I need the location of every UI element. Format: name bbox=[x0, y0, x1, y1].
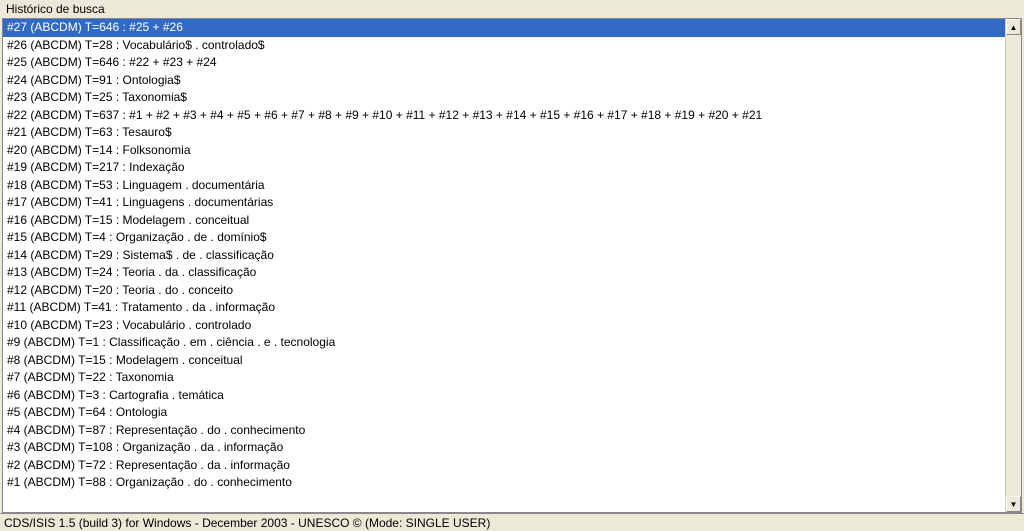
history-item[interactable]: #10 (ABCDM) T=23 : Vocabulário . control… bbox=[3, 317, 1005, 335]
history-item[interactable]: #22 (ABCDM) T=637 : #1 + #2 + #3 + #4 + … bbox=[3, 107, 1005, 125]
history-item[interactable]: #8 (ABCDM) T=15 : Modelagem . conceitual bbox=[3, 352, 1005, 370]
history-item[interactable]: #17 (ABCDM) T=41 : Linguagens . document… bbox=[3, 194, 1005, 212]
history-item[interactable]: #18 (ABCDM) T=53 : Linguagem . documentá… bbox=[3, 177, 1005, 195]
status-bar: CDS/ISIS 1.5 (build 3) for Windows - Dec… bbox=[0, 513, 1024, 531]
history-item[interactable]: #9 (ABCDM) T=1 : Classificação . em . ci… bbox=[3, 334, 1005, 352]
history-item[interactable]: #27 (ABCDM) T=646 : #25 + #26 bbox=[3, 19, 1005, 37]
history-item[interactable]: #2 (ABCDM) T=72 : Representação . da . i… bbox=[3, 457, 1005, 475]
history-item[interactable]: #23 (ABCDM) T=25 : Taxonomia$ bbox=[3, 89, 1005, 107]
scroll-down-button[interactable]: ▼ bbox=[1006, 496, 1021, 512]
history-item[interactable]: #5 (ABCDM) T=64 : Ontologia bbox=[3, 404, 1005, 422]
scroll-up-button[interactable]: ▲ bbox=[1006, 19, 1021, 35]
history-item[interactable]: #20 (ABCDM) T=14 : Folksonomia bbox=[3, 142, 1005, 160]
history-item[interactable]: #24 (ABCDM) T=91 : Ontologia$ bbox=[3, 72, 1005, 90]
history-item[interactable]: #25 (ABCDM) T=646 : #22 + #23 + #24 bbox=[3, 54, 1005, 72]
history-list[interactable]: #27 (ABCDM) T=646 : #25 + #26#26 (ABCDM)… bbox=[3, 19, 1005, 512]
history-list-container: #27 (ABCDM) T=646 : #25 + #26#26 (ABCDM)… bbox=[2, 18, 1022, 513]
history-item[interactable]: #7 (ABCDM) T=22 : Taxonomia bbox=[3, 369, 1005, 387]
history-item[interactable]: #13 (ABCDM) T=24 : Teoria . da . classif… bbox=[3, 264, 1005, 282]
vertical-scrollbar[interactable]: ▲ ▼ bbox=[1005, 19, 1021, 512]
history-item[interactable]: #6 (ABCDM) T=3 : Cartografia . temática bbox=[3, 387, 1005, 405]
history-item[interactable]: #19 (ABCDM) T=217 : Indexação bbox=[3, 159, 1005, 177]
history-item[interactable]: #15 (ABCDM) T=4 : Organização . de . dom… bbox=[3, 229, 1005, 247]
history-item[interactable]: #3 (ABCDM) T=108 : Organização . da . in… bbox=[3, 439, 1005, 457]
history-item[interactable]: #12 (ABCDM) T=20 : Teoria . do . conceit… bbox=[3, 282, 1005, 300]
history-item[interactable]: #14 (ABCDM) T=29 : Sistema$ . de . class… bbox=[3, 247, 1005, 265]
history-item[interactable]: #4 (ABCDM) T=87 : Representação . do . c… bbox=[3, 422, 1005, 440]
history-item[interactable]: #16 (ABCDM) T=15 : Modelagem . conceitua… bbox=[3, 212, 1005, 230]
history-item[interactable]: #26 (ABCDM) T=28 : Vocabulário$ . contro… bbox=[3, 37, 1005, 55]
history-header-label: Histórico de busca bbox=[0, 0, 1024, 18]
history-item[interactable]: #1 (ABCDM) T=88 : Organização . do . con… bbox=[3, 474, 1005, 492]
history-item[interactable]: #11 (ABCDM) T=41 : Tratamento . da . inf… bbox=[3, 299, 1005, 317]
history-item[interactable]: #21 (ABCDM) T=63 : Tesauro$ bbox=[3, 124, 1005, 142]
scroll-track[interactable] bbox=[1006, 35, 1021, 496]
